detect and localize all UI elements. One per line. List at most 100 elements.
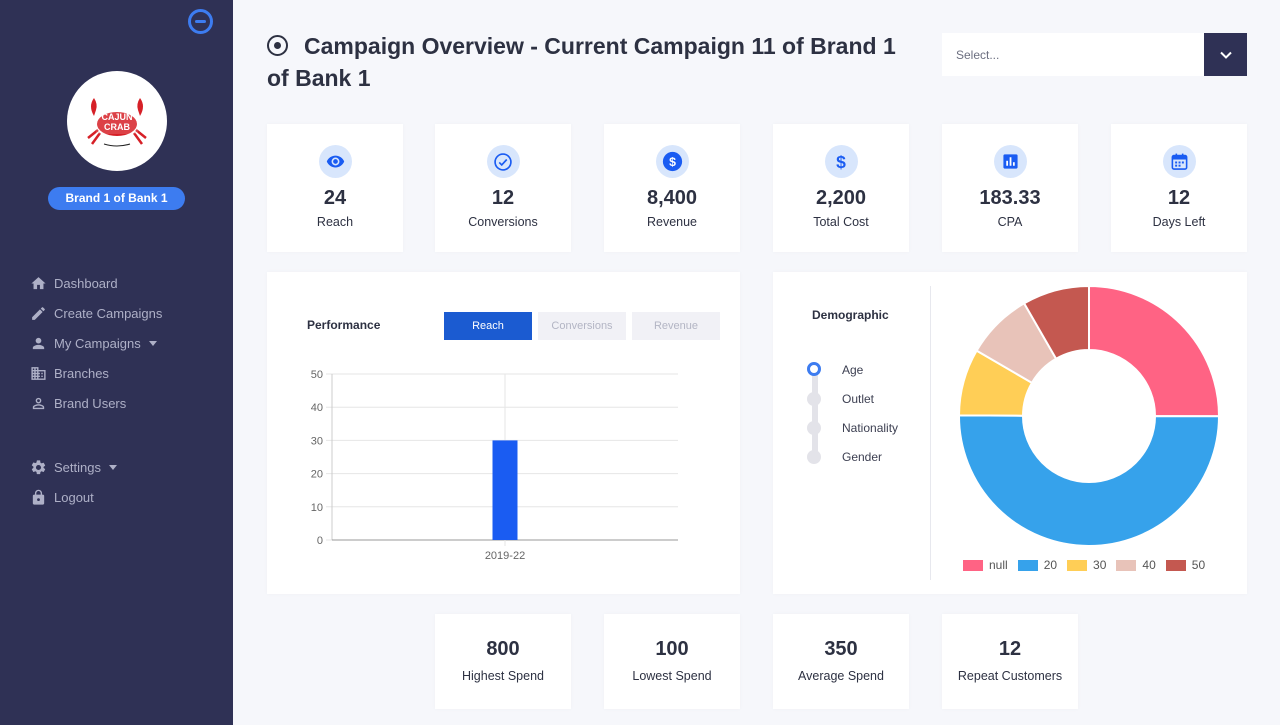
- stat-label: Lowest Spend: [632, 669, 712, 683]
- performance-card: Performance Reach Conversions Revenue 01…: [267, 272, 740, 594]
- sidebar-item-settings[interactable]: Settings: [30, 452, 162, 482]
- sidebar-item-label: Dashboard: [54, 275, 118, 291]
- dollar-circle-icon: $: [662, 151, 682, 172]
- pencil-icon: [32, 306, 45, 320]
- stat-card-reach: 24 Reach: [267, 124, 403, 252]
- demographic-card: Demographic Age Outlet Nationality Gende…: [773, 272, 1247, 594]
- svg-text:$: $: [669, 155, 676, 169]
- svg-text:$: $: [836, 152, 846, 172]
- y-tick-label: 30: [311, 435, 323, 447]
- legend-swatch: [963, 559, 983, 571]
- home-icon: [31, 276, 46, 289]
- stat-value: 800: [486, 638, 520, 660]
- bar-chart-icon: [1002, 154, 1018, 169]
- stat-card-revenue: $ 8,400 Revenue: [604, 124, 740, 252]
- y-tick-label: 20: [311, 469, 323, 481]
- chart-legend: null 20 30 40 50: [963, 558, 1215, 572]
- y-tick-label: 10: [311, 502, 323, 514]
- target-icon: [267, 35, 288, 56]
- brand-logo: CAJUN CRAB: [67, 71, 167, 171]
- dollar-icon: $: [836, 152, 846, 172]
- legend-swatch: [1017, 559, 1038, 571]
- crab-logo-icon: CAJUN CRAB: [87, 98, 147, 147]
- stat-value: 183.33: [979, 187, 1041, 209]
- user-outline-icon: [32, 397, 45, 409]
- page-title-text: Campaign Overview - Current Campaign 11 …: [267, 33, 896, 91]
- calendar-icon: [1171, 153, 1187, 170]
- sidebar-item-brand-users[interactable]: Brand Users: [30, 388, 162, 418]
- stat-icon-badge: [486, 145, 520, 178]
- collapse-sidebar-button[interactable]: [188, 9, 213, 34]
- legend-item[interactable]: 20: [1017, 558, 1058, 572]
- campaign-select[interactable]: Select...: [942, 33, 1247, 76]
- legend-item[interactable]: 50: [1165, 558, 1205, 572]
- stat-label: CPA: [997, 215, 1023, 229]
- stat-label: Highest Spend: [461, 669, 544, 683]
- legend-item[interactable]: 40: [1116, 558, 1156, 572]
- stat-card-days-left: 12 Days Left: [1111, 124, 1247, 252]
- legend-item[interactable]: 30: [1067, 558, 1106, 572]
- legend-label: 40: [1142, 558, 1156, 572]
- campaign-select-placeholder: Select...: [956, 47, 1000, 62]
- stat-value: 350: [824, 638, 858, 660]
- sidebar-item-label: Settings: [54, 459, 101, 475]
- stat-icon-badge: [318, 145, 352, 178]
- stat-label: Revenue: [646, 215, 698, 229]
- gear-icon: [31, 459, 46, 474]
- legend-label: null: [989, 558, 1008, 572]
- stat-icon-badge: [1162, 145, 1196, 178]
- sidebar-nav: Dashboard Create Campaigns My Campaigns …: [30, 268, 162, 512]
- performance-bar-chart: 0 10 20 30 40 50 2019-22: [311, 369, 678, 562]
- lock-icon: [32, 489, 45, 505]
- building-icon: [31, 366, 46, 380]
- sidebar-item-logout[interactable]: Logout: [30, 482, 162, 512]
- y-tick-label: 50: [311, 369, 323, 381]
- stat-card-conversions: 12 Conversions: [435, 124, 571, 252]
- donut-slice-20[interactable]: [958, 414, 1221, 547]
- legend-item[interactable]: null: [963, 558, 1008, 572]
- legend-swatch: [1116, 559, 1137, 571]
- sidebar: CAJUN CRAB Brand 1 of Bank 1 Dashboard C…: [0, 0, 233, 725]
- check-circle-icon: [494, 152, 512, 171]
- stat-label: Days Left: [1152, 215, 1206, 229]
- stat-card-repeat-customers: 12 Repeat Customers: [942, 614, 1078, 709]
- chevron-down-icon: [148, 340, 157, 346]
- stat-value: 100: [655, 638, 689, 660]
- svg-text:CRAB: CRAB: [104, 122, 130, 132]
- sidebar-item-dashboard[interactable]: Dashboard: [30, 268, 162, 298]
- y-tick-label: 0: [317, 535, 323, 547]
- stat-label: Repeat Customers: [957, 669, 1063, 683]
- y-tick-label: 40: [311, 402, 323, 414]
- stat-value: 12: [998, 638, 1022, 660]
- bar[interactable]: [492, 440, 518, 540]
- sidebar-item-branches[interactable]: Branches: [30, 358, 162, 388]
- user-icon: [32, 337, 45, 349]
- demographic-donut-chart: [957, 284, 1221, 547]
- stat-icon-badge: [993, 145, 1027, 178]
- sidebar-item-label: Brand Users: [54, 395, 127, 411]
- stat-label: Total Cost: [813, 215, 869, 229]
- legend-swatch: [1165, 559, 1186, 571]
- stat-label: Conversions: [468, 215, 538, 229]
- stat-label: Reach: [316, 215, 354, 229]
- sidebar-item-label: My Campaigns: [54, 335, 141, 351]
- campaign-select-toggle[interactable]: [1204, 33, 1247, 76]
- sidebar-item-label: Logout: [54, 489, 94, 505]
- legend-label: 20: [1043, 558, 1058, 572]
- sidebar-item-create-campaigns[interactable]: Create Campaigns: [30, 298, 162, 328]
- stat-card-average-spend: 350 Average Spend: [773, 614, 909, 709]
- legend-label: 30: [1093, 558, 1107, 572]
- sidebar-item-my-campaigns[interactable]: My Campaigns: [30, 328, 162, 358]
- eye-icon: [326, 155, 344, 168]
- stat-value: 8,400: [646, 187, 698, 209]
- chevron-down-icon: [1219, 51, 1232, 59]
- stat-card-cpa: 183.33 CPA: [942, 124, 1078, 252]
- stat-card-highest-spend: 800 Highest Spend: [435, 614, 571, 709]
- brand-name-badge: Brand 1 of Bank 1: [48, 187, 185, 210]
- stat-icon-badge: $: [824, 145, 858, 178]
- stat-icon-badge: $: [655, 145, 689, 178]
- svg-text:CAJUN: CAJUN: [101, 112, 132, 122]
- donut-slice-null[interactable]: [1088, 284, 1221, 418]
- legend-swatch: [1067, 559, 1088, 571]
